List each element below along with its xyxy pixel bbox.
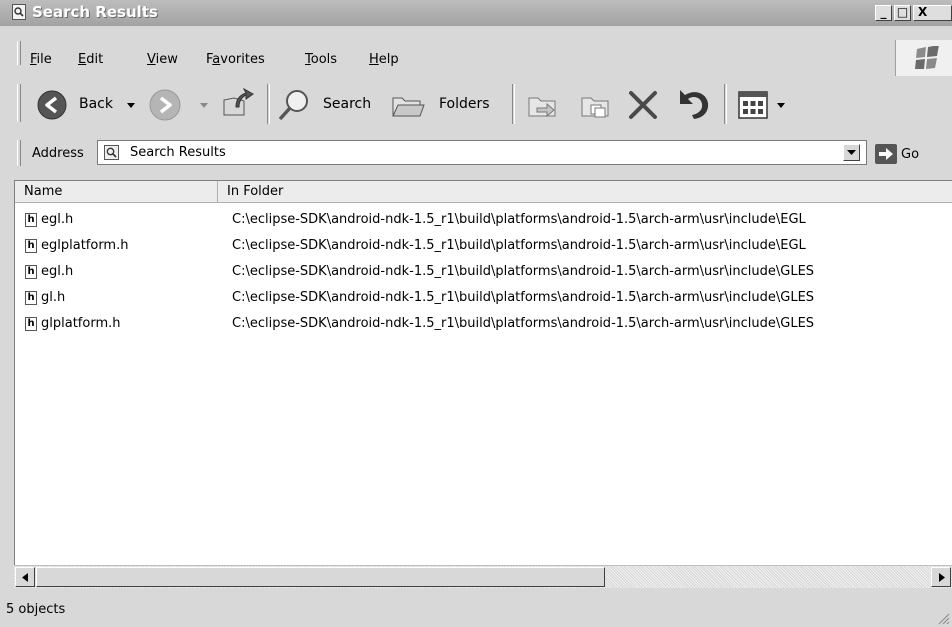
go-button[interactable] xyxy=(875,144,897,164)
arrow-left-icon xyxy=(22,573,28,582)
address-grip[interactable] xyxy=(17,140,21,166)
header-file-icon: h xyxy=(25,265,37,279)
search-button[interactable]: Search xyxy=(277,86,382,124)
explorer-window: Search Results _ □ X File Edit View Favo… xyxy=(0,0,952,627)
windows-flag-icon xyxy=(915,46,939,69)
table-row[interactable]: h egl.h C:\eclipse-SDK\android-ndk-1.5_r… xyxy=(15,209,952,231)
close-button[interactable]: X xyxy=(913,5,952,21)
throbber xyxy=(895,40,952,76)
table-row[interactable]: h gl.h C:\eclipse-SDK\android-ndk-1.5_r1… xyxy=(15,287,952,309)
back-arrow-icon xyxy=(37,90,67,120)
scroll-thumb[interactable] xyxy=(36,567,605,587)
standard-toolbar: Back Search Folders xyxy=(0,80,952,132)
toolbar-grip[interactable] xyxy=(17,84,21,122)
header-file-icon: h xyxy=(25,213,37,227)
header-file-icon: h xyxy=(25,317,37,331)
resize-grip-icon[interactable] xyxy=(936,611,950,625)
menu-tools[interactable]: Tools xyxy=(305,52,337,67)
menu-edit[interactable]: Edit xyxy=(78,52,103,67)
file-name: glplatform.h xyxy=(41,316,121,331)
search-icon xyxy=(278,90,308,121)
header-file-icon: h xyxy=(25,291,37,305)
forward-dropdown-icon xyxy=(200,103,208,108)
address-input[interactable]: Search Results xyxy=(97,140,867,165)
toolbar-separator xyxy=(267,84,270,124)
arrow-right-icon xyxy=(939,573,945,582)
minimize-button[interactable]: _ xyxy=(875,5,892,21)
chevron-down-icon xyxy=(847,150,856,155)
window-title: Search Results xyxy=(32,3,158,21)
menu-bar: File Edit View Favorites Tools Help xyxy=(0,38,952,68)
file-folder: C:\eclipse-SDK\android-ndk-1.5_r1\build\… xyxy=(232,238,806,253)
title-bar[interactable]: Search Results _ □ X xyxy=(0,0,952,26)
file-folder: C:\eclipse-SDK\android-ndk-1.5_r1\build\… xyxy=(232,290,815,305)
address-bar: Address Search Results Go xyxy=(0,136,952,170)
folders-label: Folders xyxy=(439,96,490,112)
go-label[interactable]: Go xyxy=(901,147,919,162)
menu-view[interactable]: View xyxy=(147,52,178,67)
back-label: Back xyxy=(79,96,113,112)
status-bar: 5 objects xyxy=(0,597,952,627)
up-folder-icon[interactable] xyxy=(220,85,256,121)
address-label: Address xyxy=(32,146,84,161)
forward-arrow-icon xyxy=(149,89,181,121)
menu-favorites[interactable]: Favorites xyxy=(206,52,265,67)
undo-icon[interactable] xyxy=(674,86,712,120)
column-header-folder[interactable]: In Folder xyxy=(218,181,952,203)
file-name: gl.h xyxy=(41,290,66,305)
search-label: Search xyxy=(323,96,372,112)
menu-file[interactable]: File xyxy=(30,52,52,67)
folders-button[interactable]: Folders xyxy=(390,86,500,124)
forward-button[interactable] xyxy=(148,86,214,124)
file-name: egl.h xyxy=(41,212,74,227)
maximize-button[interactable]: □ xyxy=(894,5,911,21)
file-folder: C:\eclipse-SDK\android-ndk-1.5_r1\build\… xyxy=(232,264,815,279)
delete-icon[interactable] xyxy=(626,88,660,122)
status-text: 5 objects xyxy=(6,602,66,617)
search-results-icon xyxy=(12,4,26,20)
table-row[interactable]: h eglplatform.h C:\eclipse-SDK\android-n… xyxy=(15,235,952,257)
menu-grip[interactable] xyxy=(17,41,21,65)
back-button[interactable]: Back xyxy=(36,86,154,124)
file-folder: C:\eclipse-SDK\android-ndk-1.5_r1\build\… xyxy=(232,316,815,331)
address-dropdown-button[interactable] xyxy=(843,144,860,161)
toolbar-separator xyxy=(724,84,727,124)
views-dropdown-icon xyxy=(777,103,785,108)
views-grid-icon xyxy=(738,91,768,119)
folders-icon xyxy=(392,97,425,117)
file-name: egl.h xyxy=(41,264,74,279)
column-header-name[interactable]: Name xyxy=(15,181,218,203)
file-name: eglplatform.h xyxy=(41,238,129,253)
scroll-left-button[interactable] xyxy=(15,567,35,587)
search-results-icon xyxy=(104,145,119,160)
menu-help[interactable]: Help xyxy=(369,52,399,67)
header-file-icon: h xyxy=(25,239,37,253)
horizontal-scrollbar[interactable] xyxy=(14,565,952,588)
toolbar-separator xyxy=(512,84,515,124)
go-arrow-icon xyxy=(879,148,893,160)
move-to-icon[interactable] xyxy=(525,88,561,122)
address-value: Search Results xyxy=(130,145,226,160)
file-folder: C:\eclipse-SDK\android-ndk-1.5_r1\build\… xyxy=(232,212,806,227)
table-row[interactable]: h glplatform.h C:\eclipse-SDK\android-nd… xyxy=(15,313,952,335)
table-row[interactable]: h egl.h C:\eclipse-SDK\android-ndk-1.5_r… xyxy=(15,261,952,283)
copy-to-icon[interactable] xyxy=(578,88,614,122)
back-dropdown-icon xyxy=(127,103,135,108)
file-list[interactable]: Name In Folder h egl.h C:\eclipse-SDK\an… xyxy=(14,180,952,565)
scroll-right-button[interactable] xyxy=(931,567,951,587)
views-button[interactable] xyxy=(735,88,791,122)
